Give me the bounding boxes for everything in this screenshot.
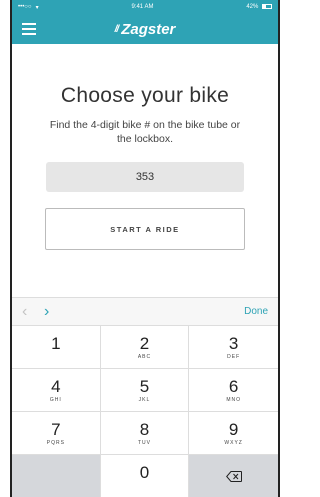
battery-percent: 42% bbox=[246, 4, 259, 11]
key-6[interactable]: 6 MNO bbox=[189, 369, 278, 412]
backspace-icon bbox=[225, 470, 242, 482]
battery-icon bbox=[262, 3, 272, 9]
key-digit: 2 bbox=[139, 333, 150, 353]
key-letters: JKL bbox=[138, 396, 151, 403]
brand-mark-icon: // bbox=[114, 23, 119, 35]
brand-name: Zagster bbox=[121, 20, 176, 38]
key-letters: ABC bbox=[137, 353, 152, 360]
hamburger-menu-icon[interactable] bbox=[22, 23, 36, 35]
key-letters: PQRS bbox=[46, 439, 65, 446]
key-letters: WXYZ bbox=[224, 439, 243, 446]
key-8[interactable]: 8 TUV bbox=[100, 412, 190, 455]
status-time: 9:41 AM bbox=[131, 4, 154, 10]
start-ride-button[interactable]: START A RIDE bbox=[45, 208, 245, 250]
key-letters: MNO bbox=[226, 396, 241, 403]
next-field-arrow-icon[interactable]: › bbox=[44, 303, 66, 321]
delete-key[interactable] bbox=[189, 455, 278, 497]
key-digit: 3 bbox=[228, 333, 239, 353]
key-3[interactable]: 3 DEF bbox=[189, 326, 278, 369]
key-7[interactable]: 7 PQRS bbox=[12, 412, 101, 455]
key-digit: 6 bbox=[228, 376, 239, 396]
previous-field-arrow-icon[interactable]: ‹ bbox=[22, 303, 44, 321]
key-digit: 7 bbox=[51, 419, 61, 439]
key-1[interactable]: 1 bbox=[12, 326, 101, 369]
key-digit: 1 bbox=[51, 334, 61, 353]
key-5[interactable]: 5 JKL bbox=[100, 369, 190, 412]
bike-number-input[interactable] bbox=[46, 162, 244, 192]
main-content: Choose your bike Find the 4-digit bike #… bbox=[12, 84, 278, 250]
phone-screen: •••○○ ▾ 9:41 AM 42% // Zagster Choose yo… bbox=[10, 0, 280, 497]
done-button[interactable]: Done bbox=[244, 306, 268, 317]
signal-strength-icon: •••○○ bbox=[18, 4, 32, 10]
status-bar: •••○○ ▾ 9:41 AM 42% bbox=[12, 0, 278, 14]
key-digit: 8 bbox=[139, 419, 150, 439]
key-letters: GHI bbox=[49, 396, 62, 403]
numeric-keyboard: ‹ › Done 1 2 ABC 3 DEF 4 GHI 5 JKL 6 MNO… bbox=[12, 297, 278, 497]
page-title: Choose your bike bbox=[60, 84, 230, 107]
key-0[interactable]: 0 bbox=[100, 455, 190, 497]
brand-logo: // Zagster bbox=[115, 21, 176, 38]
key-4[interactable]: 4 GHI bbox=[12, 369, 101, 412]
status-left: •••○○ ▾ bbox=[18, 4, 39, 11]
key-digit: 0 bbox=[139, 463, 150, 482]
keyboard-toolbar: ‹ › Done bbox=[12, 298, 278, 326]
battery-status: 42% bbox=[246, 3, 272, 11]
key-9[interactable]: 9 WXYZ bbox=[189, 412, 278, 455]
key-letters: TUV bbox=[137, 439, 151, 446]
key-2[interactable]: 2 ABC bbox=[100, 326, 190, 369]
keypad-grid: 1 2 ABC 3 DEF 4 GHI 5 JKL 6 MNO 7 PQRS 8… bbox=[12, 326, 278, 497]
key-digit: 5 bbox=[139, 376, 150, 396]
instructions-text: Find the 4-digit bike # on the bike tube… bbox=[49, 119, 241, 145]
wifi-icon: ▾ bbox=[35, 4, 39, 11]
key-digit: 9 bbox=[228, 419, 239, 439]
key-digit: 4 bbox=[51, 376, 61, 396]
key-blank bbox=[12, 455, 101, 497]
nav-bar: // Zagster bbox=[12, 14, 278, 44]
key-letters: DEF bbox=[227, 353, 241, 360]
